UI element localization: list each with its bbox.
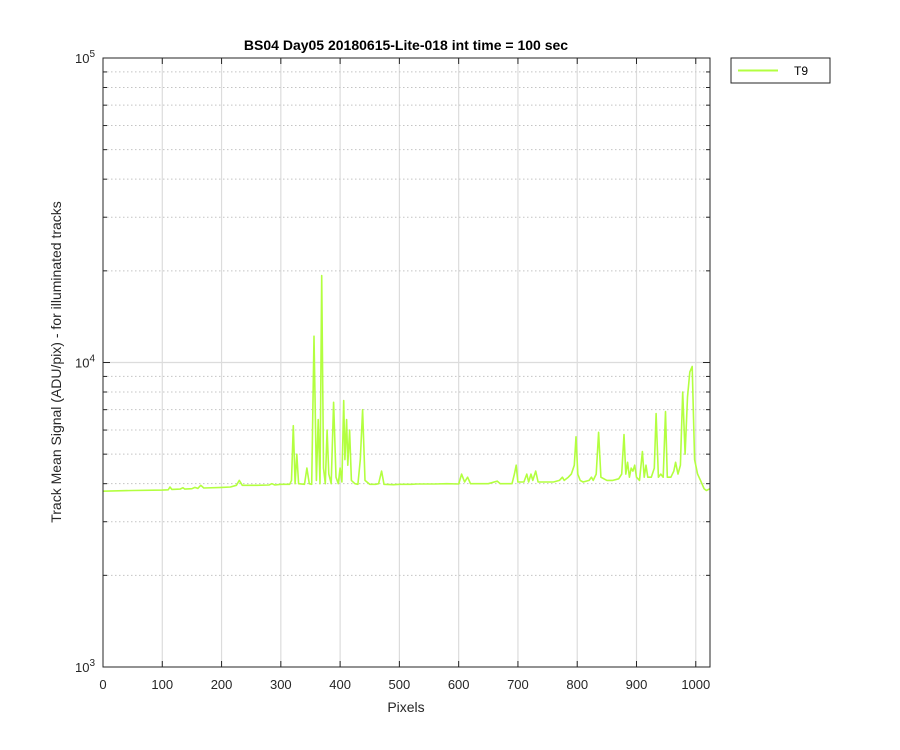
x-tick-label: 900 — [626, 677, 648, 692]
y-tick-label: 105 — [75, 49, 95, 66]
x-tick-label: 700 — [507, 677, 529, 692]
x-tick-label: 1000 — [681, 677, 710, 692]
x-tick-label: 400 — [329, 677, 351, 692]
x-tick-label: 0 — [99, 677, 106, 692]
x-axis-title: Pixels — [387, 699, 424, 715]
x-tick-label: 600 — [448, 677, 470, 692]
y-tick-label: 103 — [75, 658, 95, 675]
chart: 0 100 200 300 400 500 600 700 800 900 1000 103 104 10… — [48, 37, 831, 715]
legend-label-t9: T9 — [794, 64, 808, 78]
x-tick-label: 500 — [389, 677, 411, 692]
x-tick-label: 100 — [151, 677, 173, 692]
x-tick-label: 300 — [270, 677, 292, 692]
x-tick-label: 800 — [566, 677, 588, 692]
legend: T9 — [730, 57, 831, 84]
y-axis-title: Track Mean Signal (ADU/pix) - for illumi… — [48, 201, 64, 523]
y-tick-label: 104 — [75, 354, 95, 371]
chart-title: BS04 Day05 20180615-Lite-018 int time = … — [244, 37, 568, 53]
x-tick-label: 200 — [211, 677, 233, 692]
